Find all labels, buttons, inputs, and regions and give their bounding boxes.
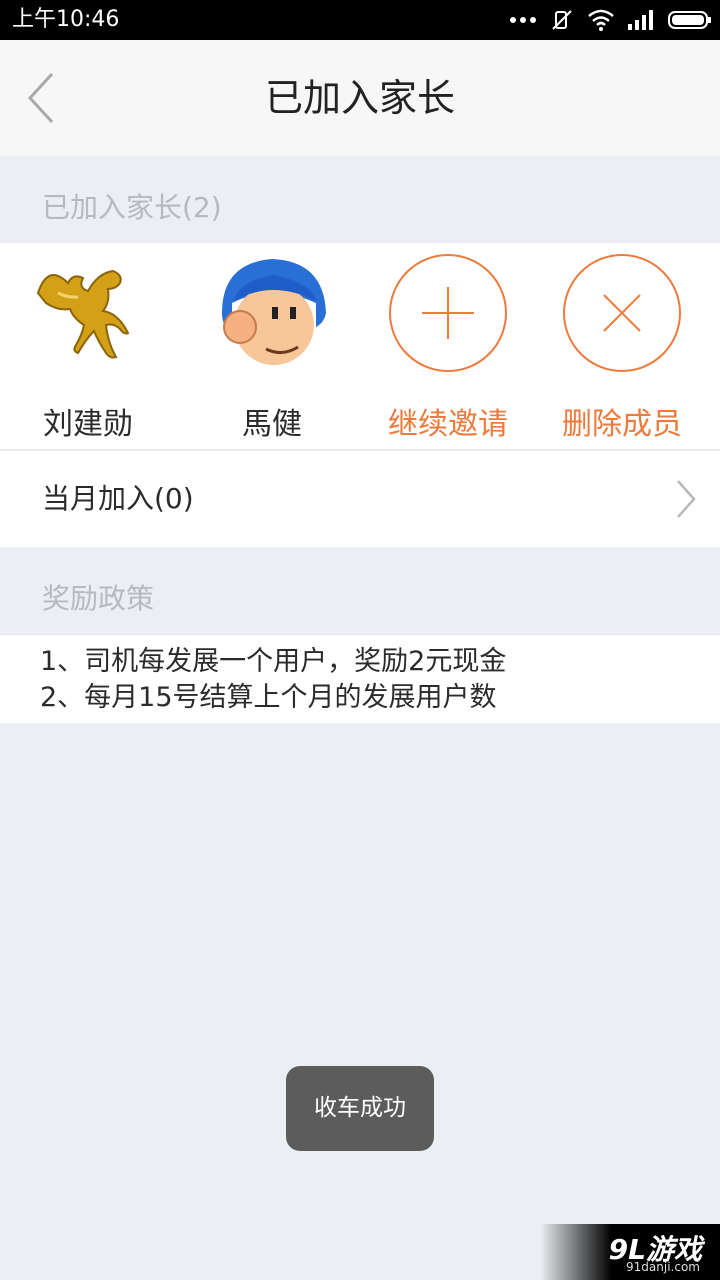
joined-section-label: 已加入家长(2) [42,191,222,224]
toast-message: 收车成功 [286,1066,434,1151]
x-circle-icon [563,254,681,372]
watermark: 9L游戏 91danji.com [540,1224,720,1280]
invite-label: 继续邀请 [388,407,508,442]
member-name: 馬健 [242,407,302,442]
page-title: 已加入家长 [264,76,455,120]
remove-member-button[interactable]: 删除成员 [534,243,710,449]
remove-member-label: 删除成员 [562,407,682,442]
wifi-icon [588,9,614,31]
policy-line: 1、司机每发展一个用户，奖励2元现金 [40,646,507,677]
policy-box: 1、司机每发展一个用户，奖励2元现金 2、每月15号结算上个月的发展用户数 [0,634,720,723]
header-bar: 已加入家长 [0,40,720,156]
chevron-right-icon [677,480,696,518]
invite-button[interactable]: 继续邀请 [360,243,536,449]
plus-circle-icon [389,254,507,372]
more-dots-icon [510,17,536,23]
policy-line: 2、每月15号结算上个月的发展用户数 [40,682,497,713]
status-bar: 上午10:46 [0,0,720,40]
monthly-joined-label: 当月加入(0) [42,482,194,515]
pegasus-avatar [36,269,130,359]
watermark-url: 91danji.com [626,1260,700,1274]
status-time: 上午10:46 [12,7,120,32]
policy-section-label: 奖励政策 [42,582,155,615]
member-grid: 刘建勋 馬健 继续邀请 删除成员 [0,243,720,449]
status-icons [510,6,712,34]
battery-icon [668,11,711,29]
monthly-joined-row[interactable]: 当月加入(0) [0,450,720,547]
member-item[interactable]: 馬健 [184,243,360,449]
member-item[interactable]: 刘建勋 [0,243,176,449]
member-name: 刘建勋 [43,407,133,442]
signal-icon [628,10,653,30]
mute-icon [552,10,572,30]
cartoon-boy-avatar [222,259,326,365]
